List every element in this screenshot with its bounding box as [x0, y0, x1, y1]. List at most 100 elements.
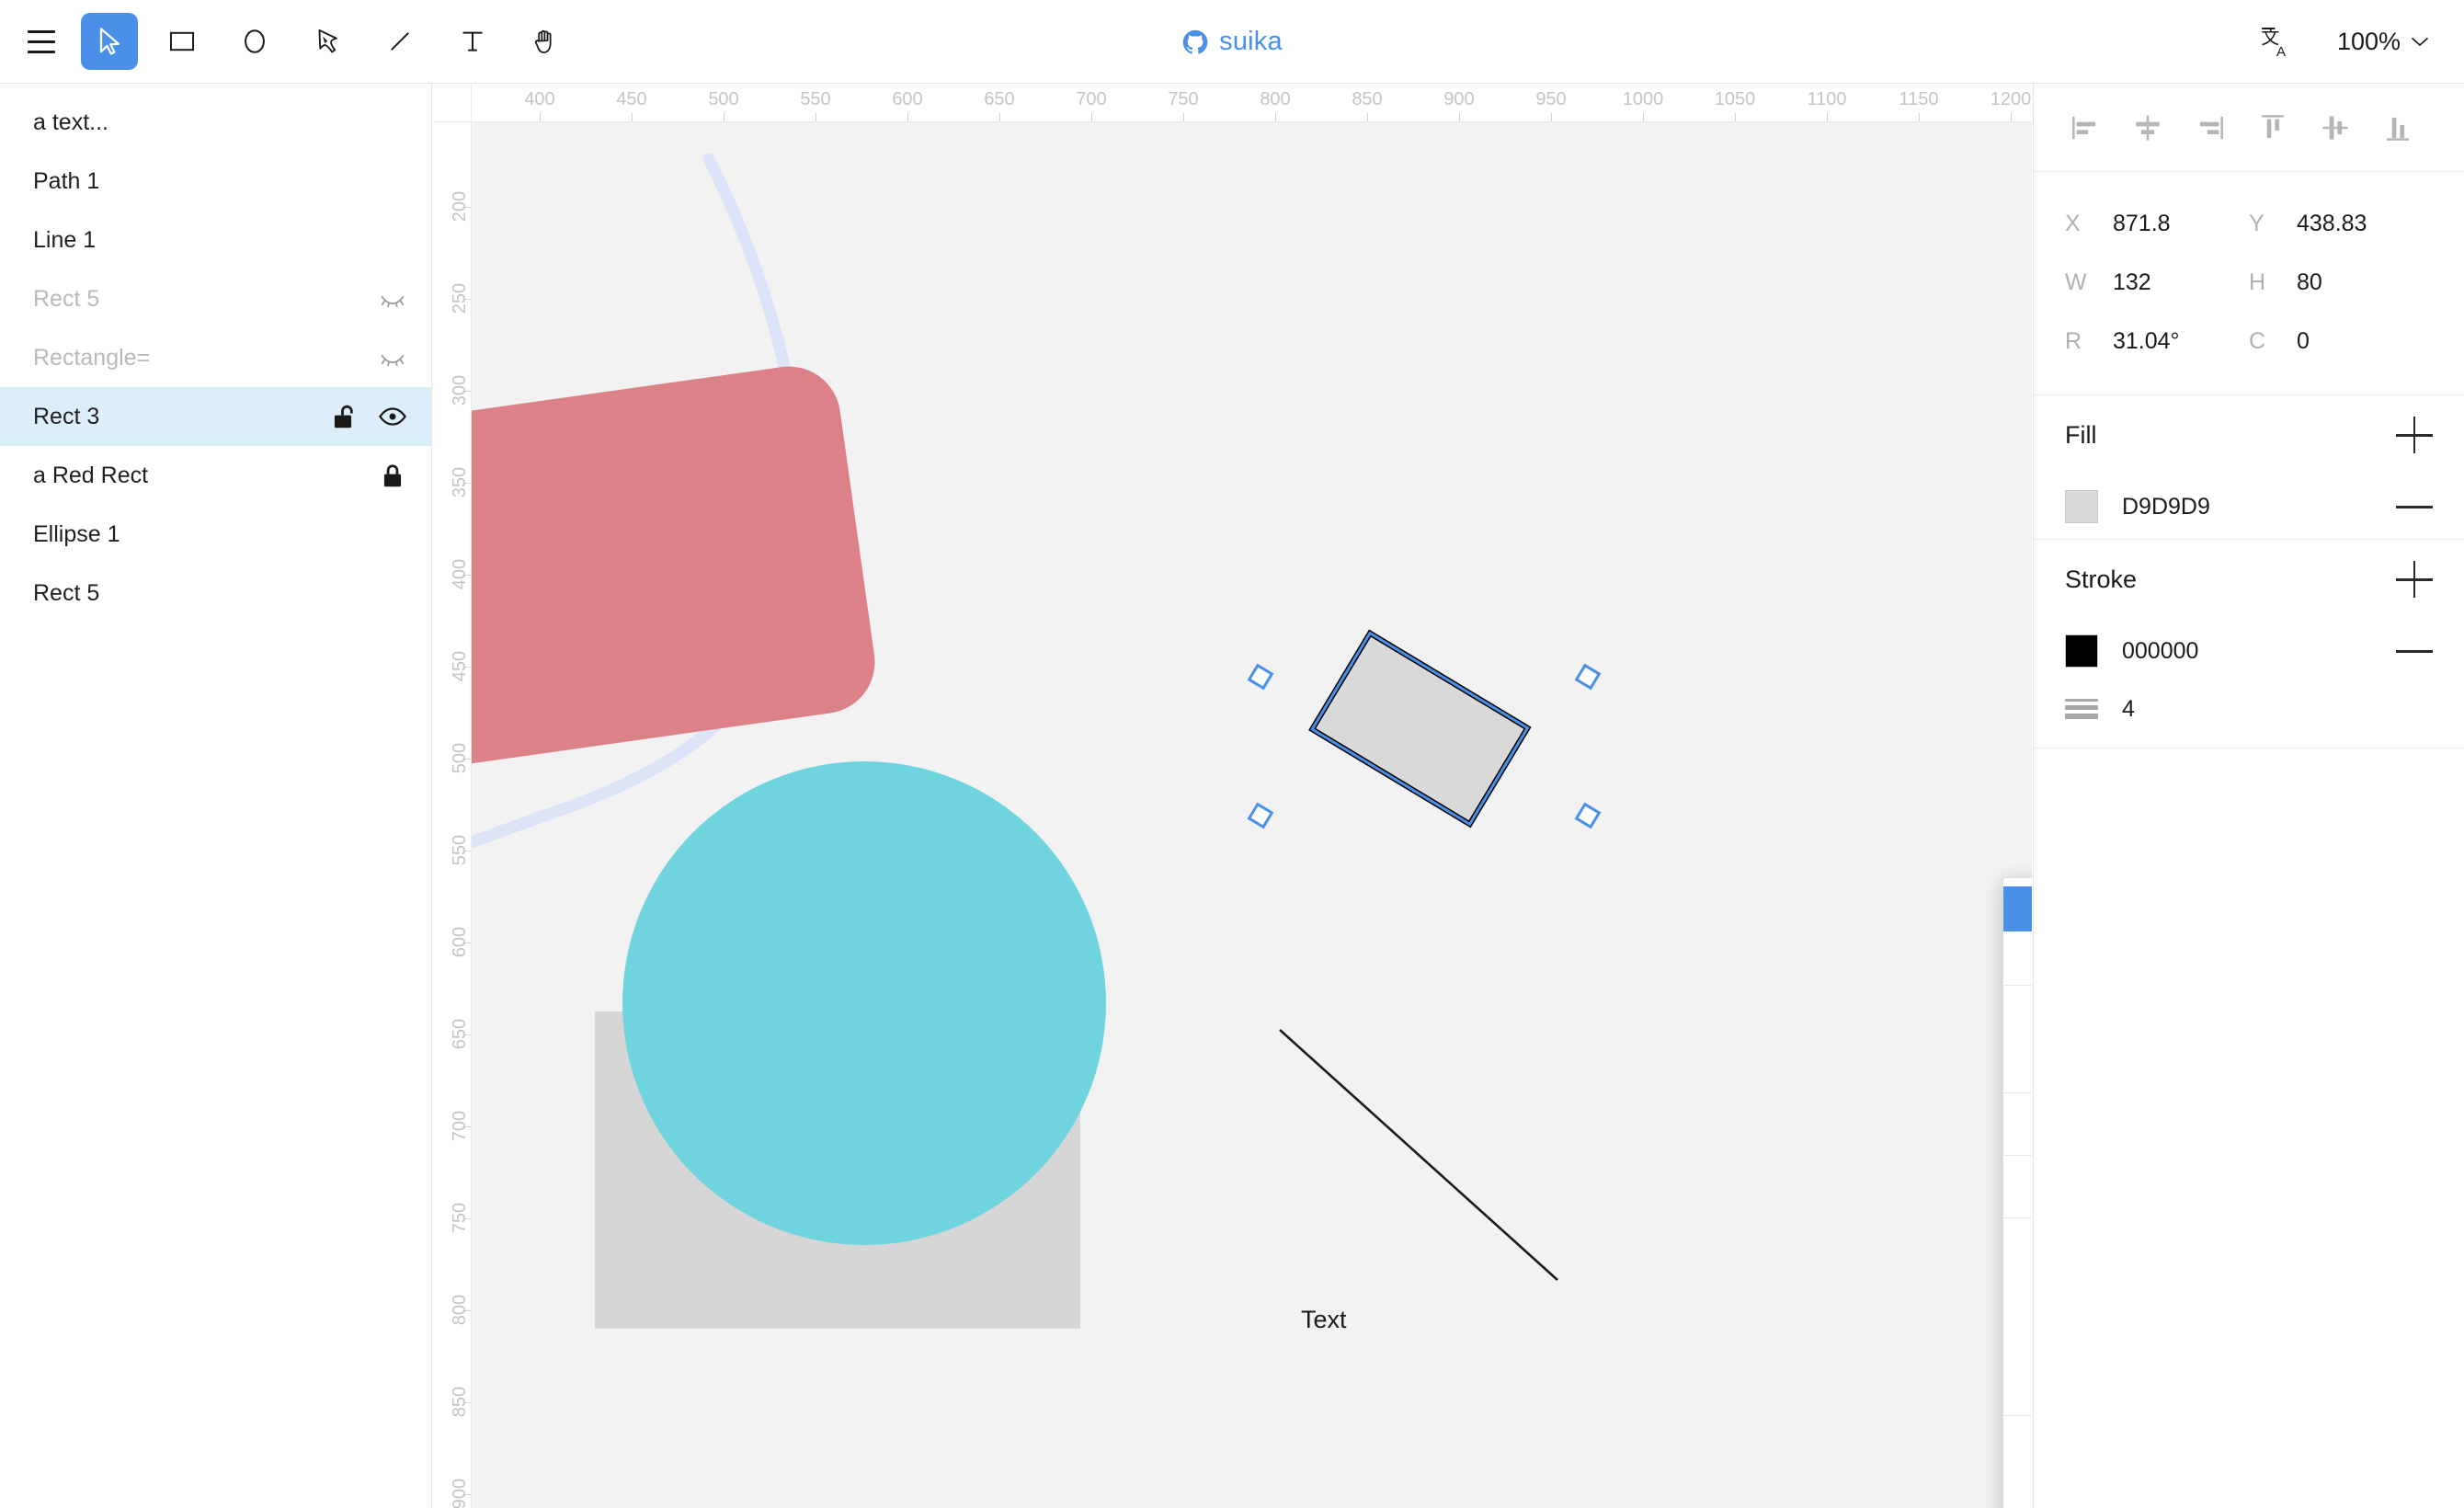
geometry-value[interactable]: 0 [2297, 328, 2310, 355]
geometry-value[interactable]: 438.83 [2297, 211, 2367, 237]
ruler-tick [1735, 113, 1736, 121]
context-menu-item[interactable]: Show/Hide⇧⌘H [2003, 1424, 2032, 1469]
context-menu-item[interactable]: Undo⌘Z [2003, 994, 2032, 1039]
geometry-field-c[interactable]: C0 [2249, 328, 2433, 355]
remove-stroke-button[interactable] [2396, 633, 2433, 669]
stroke-width-value[interactable]: 4 [2122, 696, 2135, 723]
layer-list: a text...Path 1Line 1Rect 5Rectangle=Rec… [0, 93, 431, 623]
horizontal-ruler[interactable]: 4004505005506006507007508008509009501000… [472, 84, 2032, 122]
context-menu-item[interactable]: Send to Back[ [2003, 1362, 2032, 1407]
context-menu-item[interactable]: Backward⌘[ [2003, 1272, 2032, 1317]
layer-visibility-button[interactable] [378, 284, 407, 314]
context-menu-item[interactable]: Group selection⌘G [2003, 1164, 2032, 1209]
layer-row[interactable]: a Red Rect [0, 446, 431, 505]
align-center-vertical-button[interactable] [2304, 100, 2367, 155]
resize-handle-top-left[interactable] [1249, 666, 1272, 689]
brand-logo[interactable]: suika [1181, 27, 1283, 57]
stroke-width-row[interactable]: 4 [2065, 683, 2433, 748]
context-menu-item[interactable]: Copy⌘C [2003, 886, 2032, 931]
layer-unlock-button[interactable] [328, 402, 358, 431]
line-tool[interactable] [371, 13, 428, 70]
context-menu-item[interactable]: Paste here [2003, 931, 2032, 977]
fill-item: D9D9D9 [2065, 474, 2433, 539]
menu-hamburger-icon[interactable] [13, 13, 70, 70]
pen-cursor-icon [312, 26, 343, 57]
context-menu-item-label: Bring to Front [2031, 1326, 2032, 1353]
layer-row[interactable]: a text... [0, 93, 431, 152]
add-fill-button[interactable] [2396, 417, 2433, 453]
language-button[interactable]: 文 A [2253, 18, 2300, 66]
pen-tool[interactable] [299, 13, 356, 70]
align-top-button[interactable] [2242, 100, 2304, 155]
layer-row[interactable]: Rect 5 [0, 269, 431, 328]
context-menu[interactable]: Copy⌘CPaste hereUndo⌘ZRedo⇧⌘ZSelect all⌘… [2002, 877, 2032, 1508]
layer-row[interactable]: Path 1 [0, 152, 431, 211]
canvas-shape-line[interactable] [1280, 1030, 1557, 1280]
layer-visibility-button[interactable] [378, 343, 407, 372]
context-menu-item-label: Forward [2031, 1236, 2032, 1262]
geometry-field-w[interactable]: W132 [2065, 269, 2249, 296]
add-stroke-button[interactable] [2396, 561, 2433, 598]
canvas-shape-red-rect[interactable] [433, 360, 882, 774]
align-right-button[interactable] [2179, 100, 2242, 155]
context-menu-item[interactable]: Lock/Unlock⇧⌘L [2003, 1469, 2032, 1508]
ellipse-tool[interactable] [226, 13, 283, 70]
align-center-horizontal-icon [2130, 110, 2165, 145]
layer-row[interactable]: Ellipse 1 [0, 505, 431, 564]
geometry-field-h[interactable]: H80 [2249, 269, 2433, 296]
geometry-key: R [2065, 328, 2113, 355]
context-menu-item[interactable]: Select all⌘A [2003, 1102, 2032, 1147]
stroke-color-swatch[interactable] [2065, 634, 2098, 668]
line-icon [384, 26, 416, 57]
resize-handle-top-right[interactable] [1577, 666, 1600, 689]
align-bottom-button[interactable] [2367, 100, 2429, 155]
align-center-horizontal-button[interactable] [2116, 100, 2179, 155]
canvas-area[interactable]: Text 40045050055060065070075080085090095… [433, 84, 2032, 1508]
resize-handle-bottom-left[interactable] [1249, 805, 1272, 828]
geometry-value[interactable]: 871.8 [2113, 211, 2171, 237]
layer-row[interactable]: Rect 5 [0, 564, 431, 623]
eye-closed-icon [378, 283, 407, 314]
geometry-value[interactable]: 31.04° [2113, 328, 2180, 355]
layer-row[interactable]: Rect 3 [0, 387, 431, 446]
layer-visibility-button[interactable] [378, 402, 407, 431]
context-menu-item[interactable]: Bring to Front] [2003, 1317, 2032, 1362]
layer-lock-button[interactable] [378, 461, 407, 490]
zoom-control[interactable]: 100% [2332, 22, 2435, 62]
align-right-icon [2193, 110, 2228, 145]
resize-handle-bottom-right[interactable] [1577, 805, 1600, 828]
select-tool[interactable] [81, 13, 138, 70]
rectangle-tool[interactable] [154, 13, 211, 70]
layer-row[interactable]: Rectangle= [0, 328, 431, 387]
layer-name: Rect 5 [33, 580, 407, 607]
text-tool[interactable] [444, 13, 501, 70]
fill-color-swatch[interactable] [2065, 490, 2098, 523]
stroke-hex-value[interactable]: 000000 [2122, 638, 2396, 665]
geometry-key: X [2065, 211, 2113, 237]
context-menu-item[interactable]: Forward⌘] [2003, 1227, 2032, 1272]
layer-row[interactable]: Line 1 [0, 211, 431, 269]
vertical-ruler[interactable]: 2002503003504004505005506006507007508008… [433, 122, 472, 1508]
rectangle-icon [166, 26, 198, 57]
canvas-shape-text[interactable]: Text [1301, 1306, 1347, 1333]
canvas-shape-ellipse[interactable] [622, 761, 1106, 1245]
ruler-tick [540, 113, 541, 121]
ruler-corner [433, 84, 472, 122]
geometry-field-x[interactable]: X871.8 [2065, 211, 2249, 237]
geometry-value[interactable]: 132 [2113, 269, 2151, 296]
hand-icon [530, 26, 561, 57]
remove-fill-button[interactable] [2396, 488, 2433, 525]
geometry-value[interactable]: 80 [2297, 269, 2322, 296]
layers-panel: a text...Path 1Line 1Rect 5Rectangle=Rec… [0, 84, 432, 1508]
hand-tool[interactable] [517, 13, 574, 70]
canvas-board[interactable]: Text [433, 84, 2032, 1508]
fill-section: Fill D9D9D9 [2034, 395, 2464, 540]
stroke-item: 000000 [2065, 619, 2433, 683]
align-left-button[interactable] [2054, 100, 2116, 155]
fill-hex-value[interactable]: D9D9D9 [2122, 494, 2396, 520]
fill-item-list: D9D9D9 [2065, 474, 2433, 539]
geometry-field-r[interactable]: R31.04° [2065, 328, 2249, 355]
geometry-field-y[interactable]: Y438.83 [2249, 211, 2433, 237]
ruler-tick [1183, 113, 1184, 121]
layer-name: a Red Rect [33, 463, 378, 489]
